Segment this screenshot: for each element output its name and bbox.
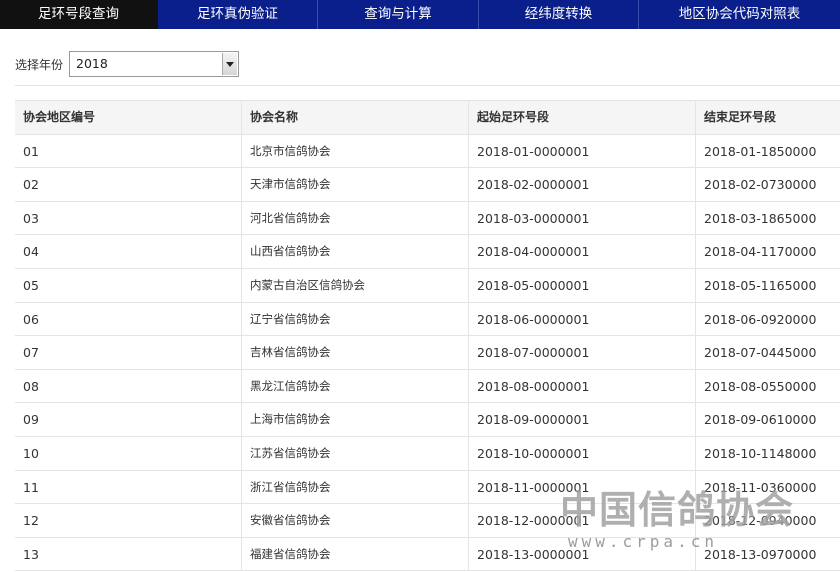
cell-region-code: 11 <box>15 470 242 504</box>
cell-start-range: 2018-13-0000001 <box>469 537 696 571</box>
table-row: 02 天津市信鸽协会 2018-02-0000001 2018-02-0730000 <box>15 168 840 202</box>
table-row: 11 浙江省信鸽协会 2018-11-0000001 2018-11-0360000 <box>15 470 840 505</box>
cell-region-code: 03 <box>15 201 242 235</box>
cell-start-range: 2018-12-0000001 <box>469 504 696 537</box>
cell-association-name: 江苏省信鸽协会 <box>242 436 469 470</box>
cell-end-range: 2018-02-0730000 <box>704 177 817 193</box>
cell-region-code: 09 <box>15 403 242 436</box>
tab-ring-range-query[interactable]: 足环号段查询 <box>0 0 158 29</box>
cell-end-range: 2018-09-0610000 <box>704 412 817 428</box>
year-label: 选择年份 <box>15 57 64 72</box>
tab-query-calculate[interactable]: 查询与计算 <box>318 0 479 29</box>
cell-end-range: 2018-13-0970000 <box>704 546 817 562</box>
cell-end-range: 2018-12-0940000 <box>704 513 817 529</box>
cell-end-range: 2018-07-0445000 <box>704 345 817 361</box>
tab-coordinate-convert[interactable]: 经纬度转换 <box>479 0 639 29</box>
cell-association-name: 北京市信鸽协会 <box>242 134 469 168</box>
year-select[interactable]: 2018 <box>69 51 240 77</box>
cell-association-name: 天津市信鸽协会 <box>242 168 469 201</box>
table-row: 12 安徽省信鸽协会 2018-12-0000001 2018-12-0940000 <box>15 504 840 538</box>
table-row: 09 上海市信鸽协会 2018-09-0000001 2018-09-0610000 <box>15 403 840 437</box>
table-row: 13 福建省信鸽协会 2018-13-0000001 2018-13-0970000 <box>15 537 840 572</box>
cell-association-name: 辽宁省信鸽协会 <box>242 302 469 336</box>
cell-end-range: 2018-08-0550000 <box>704 378 817 394</box>
cell-association-name: 黑龙江信鸽协会 <box>242 369 469 403</box>
table-row: 01 北京市信鸽协会 2018-01-0000001 2018-01-1850000 <box>15 134 840 169</box>
header-region-code: 协会地区编号 <box>15 101 242 134</box>
cell-end-range: 2018-10-1148000 <box>704 445 817 461</box>
divider <box>15 85 840 86</box>
tab-ring-authenticity[interactable]: 足环真伪验证 <box>158 0 318 29</box>
table-row: 05 内蒙古自治区信鸽协会 2018-05-0000001 2018-05-11650… <box>15 268 840 303</box>
cell-region-code: 12 <box>15 504 242 537</box>
year-select-value: 2018 <box>76 56 108 71</box>
chevron-down-icon[interactable] <box>222 53 238 75</box>
cell-start-range: 2018-05-0000001 <box>469 268 696 302</box>
cell-region-code: 13 <box>15 537 242 571</box>
table-row: 08 黑龙江信鸽协会 2018-08-0000001 2018-08-0550000 <box>15 369 840 404</box>
cell-end-range: 2018-03-1865000 <box>704 210 817 226</box>
cell-start-range: 2018-07-0000001 <box>469 336 696 369</box>
cell-region-code: 10 <box>15 436 242 470</box>
cell-association-name: 河北省信鸽协会 <box>242 201 469 235</box>
cell-start-range: 2018-03-0000001 <box>469 201 696 235</box>
table-row: 07 吉林省信鸽协会 2018-07-0000001 2018-07-0445000 <box>15 336 840 370</box>
cell-association-name: 山西省信鸽协会 <box>242 235 469 268</box>
year-filter: 选择年份 2018 <box>15 50 240 78</box>
header-start-range: 起始足环号段 <box>469 101 696 134</box>
table-row: 03 河北省信鸽协会 2018-03-0000001 2018-03-1865000 <box>15 201 840 236</box>
cell-end-range: 2018-06-0920000 <box>704 311 817 327</box>
top-nav-tabs: 足环号段查询 足环真伪验证 查询与计算 经纬度转换 地区协会代码对照表 <box>0 0 840 29</box>
table-row: 04 山西省信鸽协会 2018-04-0000001 2018-04-1170000 <box>15 235 840 269</box>
cell-start-range: 2018-10-0000001 <box>469 436 696 470</box>
ring-range-table: 协会地区编号 协会名称 起始足环号段 结束足环号段 01 北京市信鸽协会 2018-… <box>15 100 840 572</box>
cell-start-range: 2018-06-0000001 <box>469 302 696 336</box>
header-end-range: 结束足环号段 <box>704 110 777 124</box>
table-header-row: 协会地区编号 协会名称 起始足环号段 结束足环号段 <box>15 101 840 135</box>
cell-association-name: 内蒙古自治区信鸽协会 <box>242 268 469 302</box>
table-body: 01 北京市信鸽协会 2018-01-0000001 2018-01-1850000 0… <box>15 134 840 572</box>
cell-end-range: 2018-05-1165000 <box>704 277 817 293</box>
cell-association-name: 安徽省信鸽协会 <box>242 504 469 537</box>
cell-start-range: 2018-04-0000001 <box>469 235 696 268</box>
cell-end-range: 2018-04-1170000 <box>704 244 817 260</box>
tab-region-code-table[interactable]: 地区协会代码对照表 <box>639 0 840 29</box>
cell-start-range: 2018-11-0000001 <box>469 470 696 504</box>
cell-region-code: 04 <box>15 235 242 268</box>
cell-region-code: 07 <box>15 336 242 369</box>
table-row: 10 江苏省信鸽协会 2018-10-0000001 2018-10-1148000 <box>15 436 840 471</box>
cell-association-name: 吉林省信鸽协会 <box>242 336 469 369</box>
cell-association-name: 上海市信鸽协会 <box>242 403 469 436</box>
cell-start-range: 2018-08-0000001 <box>469 369 696 403</box>
header-association-name: 协会名称 <box>242 101 469 134</box>
cell-region-code: 08 <box>15 369 242 403</box>
cell-start-range: 2018-09-0000001 <box>469 403 696 436</box>
cell-region-code: 06 <box>15 302 242 336</box>
cell-association-name: 福建省信鸽协会 <box>242 537 469 571</box>
cell-region-code: 01 <box>15 134 242 168</box>
cell-start-range: 2018-02-0000001 <box>469 168 696 201</box>
cell-end-range: 2018-11-0360000 <box>704 479 817 495</box>
cell-end-range: 2018-01-1850000 <box>704 143 817 159</box>
cell-region-code: 02 <box>15 168 242 201</box>
table-row: 06 辽宁省信鸽协会 2018-06-0000001 2018-06-0920000 <box>15 302 840 337</box>
cell-region-code: 05 <box>15 268 242 302</box>
cell-association-name: 浙江省信鸽协会 <box>242 470 469 504</box>
cell-start-range: 2018-01-0000001 <box>469 134 696 168</box>
